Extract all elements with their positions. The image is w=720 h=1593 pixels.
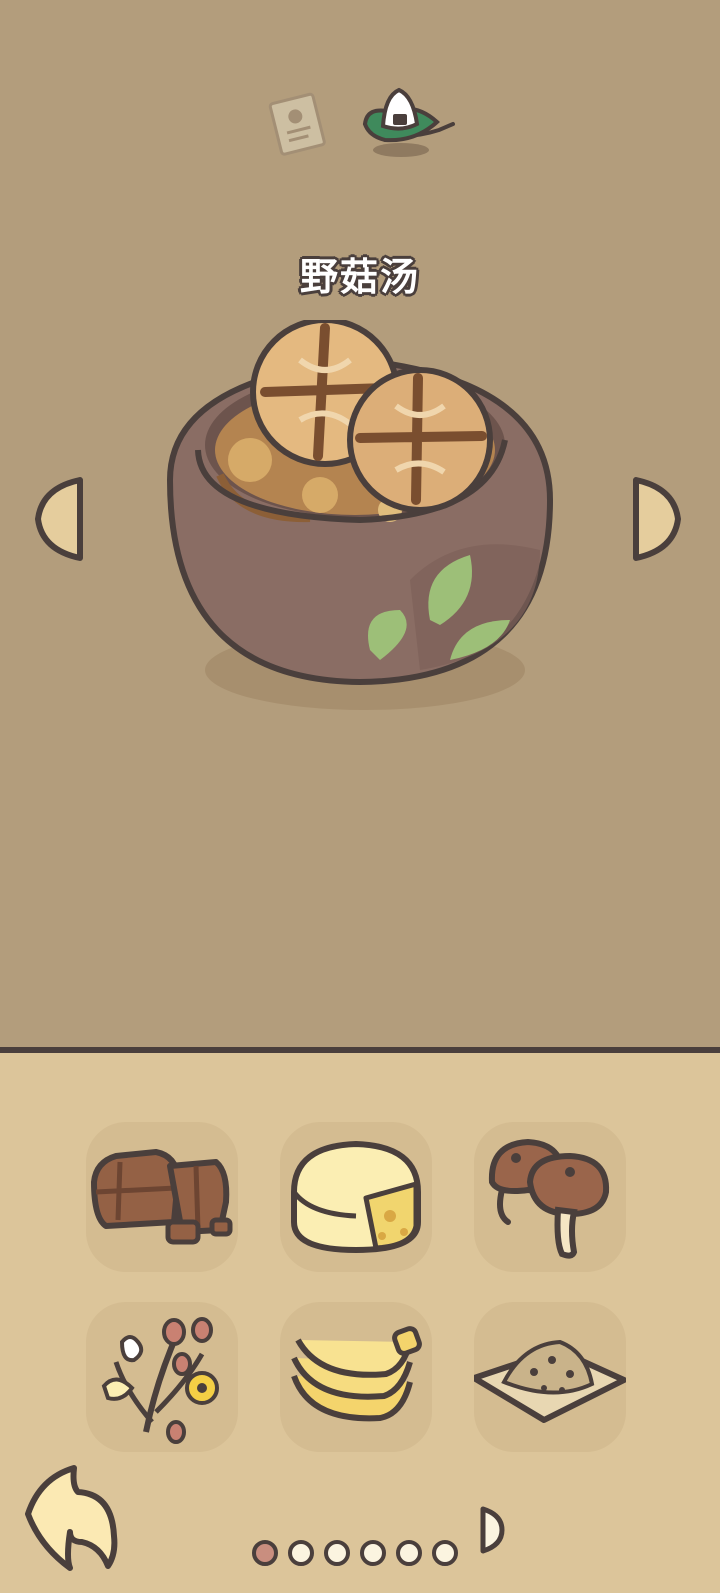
category-tabs: [255, 82, 470, 172]
game-screen: 野菇汤: [0, 0, 720, 1593]
page-dot-5[interactable]: [396, 1540, 422, 1566]
mushroom-icon: [488, 1138, 610, 1259]
recipe-paper-icon: [268, 92, 326, 156]
mushroom-soup-pot-illustration: [166, 320, 554, 710]
next-page-arrow-icon[interactable]: [478, 1505, 506, 1555]
tab-food[interactable]: [355, 82, 465, 162]
ingredient-slot-mushroom[interactable]: [474, 1122, 626, 1272]
pagination-dots: [252, 1534, 512, 1584]
ingredient-slot-chocolate[interactable]: [86, 1122, 238, 1272]
grain-pile-icon: [474, 1339, 626, 1423]
next-dish-arrow-icon[interactable]: [628, 474, 684, 564]
flower-bouquet-icon: [101, 1317, 219, 1444]
banana-icon: [291, 1326, 422, 1422]
page-dot-3[interactable]: [324, 1540, 350, 1566]
ingredient-slot-banana[interactable]: [280, 1302, 432, 1452]
chocolate-icon: [91, 1149, 233, 1245]
page-dot-2[interactable]: [288, 1540, 314, 1566]
previous-dish-arrow-icon[interactable]: [32, 474, 88, 564]
back-arrow-icon[interactable]: [20, 1462, 124, 1572]
tab-recipes[interactable]: [263, 88, 333, 158]
rice-ball-icon: [362, 87, 455, 157]
ingredient-slot-grain[interactable]: [474, 1302, 626, 1452]
dish-title: 野菇汤: [299, 255, 420, 299]
ingredient-slot-flowers[interactable]: [86, 1302, 238, 1452]
cheese-icon: [291, 1140, 421, 1254]
page-dot-1[interactable]: [252, 1540, 278, 1566]
page-dot-4[interactable]: [360, 1540, 386, 1566]
page-dot-6[interactable]: [432, 1540, 458, 1566]
ingredient-slot-cheese[interactable]: [280, 1122, 432, 1272]
